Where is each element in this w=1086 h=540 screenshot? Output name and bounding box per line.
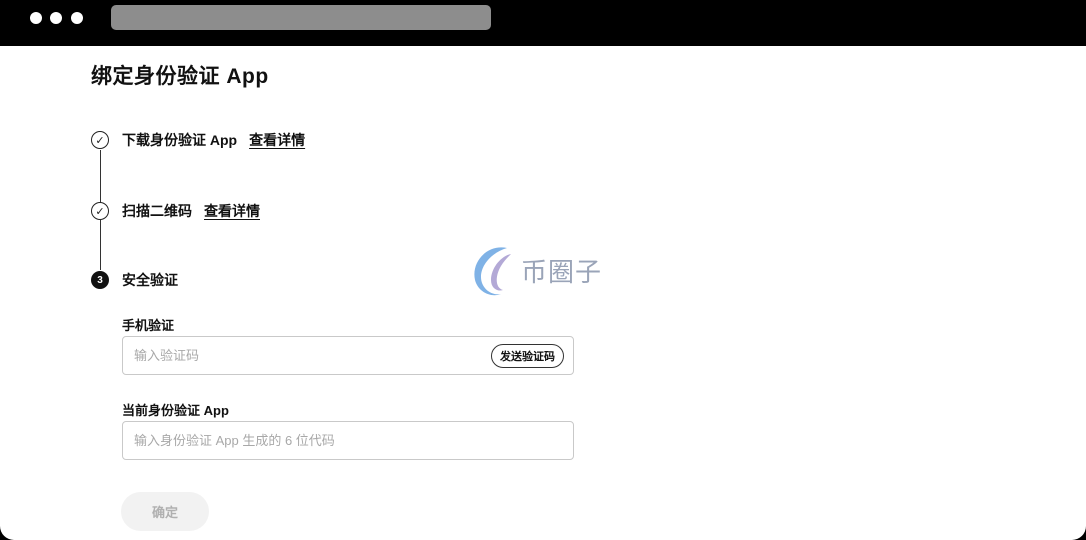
app-code-input[interactable] [132,432,564,449]
send-code-button[interactable]: 发送验证码 [491,343,564,368]
address-bar[interactable] [111,5,491,30]
step-connector [100,220,101,270]
phone-code-input[interactable] [132,347,491,364]
step-number-badge: 3 [91,271,109,289]
check-icon: ✓ [91,202,109,220]
step-security-verification: 3 安全验证 [91,270,178,290]
view-details-link[interactable]: 查看详情 [204,201,260,221]
bitquanzi-logo-icon [474,247,511,296]
phone-verification-label: 手机验证 [122,318,175,333]
check-icon: ✓ [91,131,109,149]
watermark-text: 币圈子 [521,256,603,287]
confirm-button[interactable]: 确定 [121,492,209,531]
watermark: 币圈子 [467,240,602,300]
window-dot-icon[interactable] [71,12,83,24]
phone-code-field: 发送验证码 [122,336,574,375]
browser-title-bar [0,0,1086,46]
window-dot-icon[interactable] [30,12,42,24]
step-connector [100,150,101,206]
view-details-link[interactable]: 查看详情 [249,130,305,150]
window-dot-icon[interactable] [50,12,62,24]
page-content: 绑定身份验证 App ✓ 下载身份验证 App 查看详情 ✓ 扫描二维码 查看详… [0,46,1086,540]
step-label: 扫描二维码 [122,203,192,219]
app-code-field [122,421,574,460]
step-scan-qr: ✓ 扫描二维码 查看详情 [91,201,260,221]
step-download-app: ✓ 下载身份验证 App 查看详情 [91,130,305,150]
step-label: 下载身份验证 App [122,132,238,148]
step-label: 安全验证 [122,272,178,288]
page-title: 绑定身份验证 App [91,65,269,88]
authenticator-app-label: 当前身份验证 App [122,403,229,418]
